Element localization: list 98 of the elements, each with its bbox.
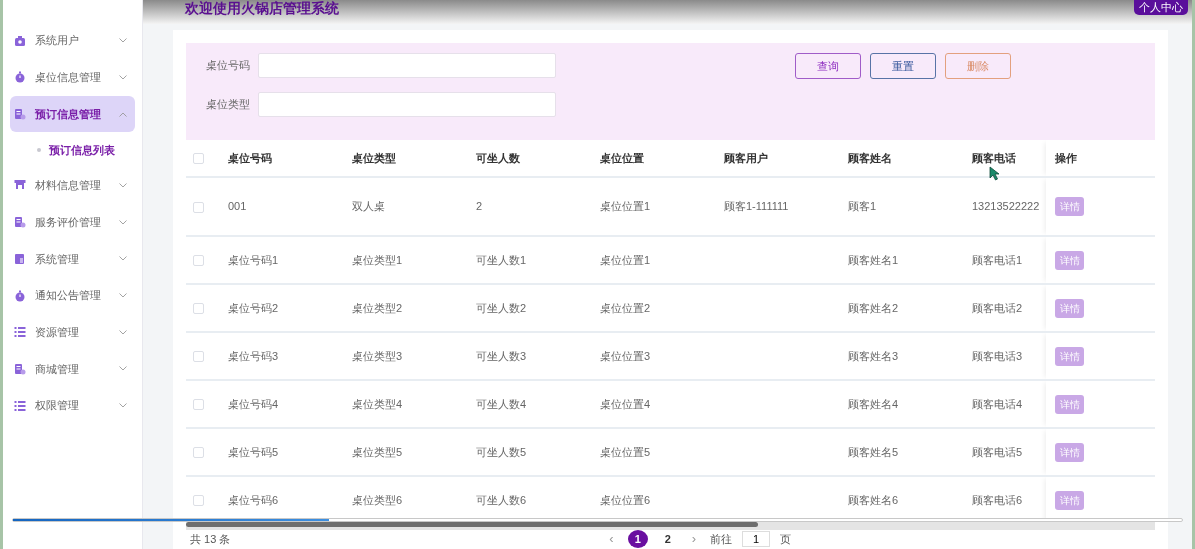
sidebar-item[interactable]: 服务评价管理 [10, 204, 135, 241]
horizontal-scrollbar[interactable] [186, 522, 1155, 530]
reset-button[interactable]: 重置 [870, 53, 936, 79]
table-cell: 001 [227, 177, 351, 236]
total-count: 共 13 条 [190, 531, 231, 547]
table-cell: 顾客1 [847, 177, 971, 236]
stopwatch-icon [14, 71, 26, 84]
page-button[interactable]: 1 [627, 530, 648, 548]
chevron-down-icon [119, 74, 127, 80]
table-cell: 顾客电话4 [971, 380, 1046, 428]
table-cell: 桌位位置1 [599, 177, 723, 236]
table-cell: 桌位类型5 [351, 428, 475, 476]
checkbox[interactable] [193, 495, 204, 507]
table-cell: 桌位号码5 [227, 428, 351, 476]
table-cell: 桌位号码2 [227, 284, 351, 332]
chevron-down-icon [119, 366, 127, 372]
table-cell: 可坐人数3 [475, 332, 599, 380]
table-cell: 2 [475, 177, 599, 236]
field-label: 桌位类型 [205, 97, 250, 113]
table-cell: 可坐人数4 [475, 380, 599, 428]
sidebar-item[interactable]: 资源管理 [10, 314, 135, 351]
table-cell: 桌位号码3 [227, 332, 351, 380]
table-cell: 可坐人数5 [475, 428, 599, 476]
table-cell: 桌位位置5 [599, 428, 723, 476]
sidebar-item[interactable]: 系统用户 [10, 22, 135, 59]
table-cell: 顾客电话1 [971, 236, 1046, 284]
table-cell: 桌位位置1 [599, 236, 723, 284]
column-header: 顾客姓名 [847, 140, 971, 177]
checkbox[interactable] [193, 303, 204, 315]
goto-label: 前往 [710, 531, 733, 547]
checkbox[interactable] [193, 255, 204, 267]
checkbox[interactable] [193, 399, 204, 411]
field-label: 桌位号码 [205, 58, 250, 74]
chevron-down-icon [119, 38, 127, 44]
checkbox[interactable] [193, 351, 204, 363]
sidebar-item[interactable]: 系统管理 [10, 240, 135, 277]
list-icon [14, 326, 26, 339]
table-cell: 顾客姓名3 [847, 332, 971, 380]
search-button[interactable]: 查询 [795, 53, 861, 79]
table-cell: 可坐人数1 [475, 236, 599, 284]
column-header: 桌位位置 [599, 140, 723, 177]
sidebar-item[interactable]: 桌位信息管理 [10, 59, 135, 96]
input-field[interactable] [258, 92, 556, 117]
bullet-icon [37, 147, 41, 152]
table-cell: 桌位位置3 [599, 332, 723, 380]
table-cell: 顾客电话2 [971, 284, 1046, 332]
page-button[interactable]: 2 [657, 530, 678, 548]
table-cell: 顾客电话5 [971, 428, 1046, 476]
mouse-cursor-icon [989, 166, 1000, 181]
sidebar-item[interactable]: 预订信息管理 [10, 96, 135, 133]
sidebar-item[interactable]: 商城管理 [10, 350, 135, 387]
chevron-down-icon [119, 293, 127, 298]
table-cell: 桌位类型2 [351, 284, 475, 332]
document-icon [14, 362, 26, 375]
table-cell: 顾客电话3 [971, 332, 1046, 380]
profile-button[interactable]: 个人中心 [1134, 0, 1188, 15]
goto-suffix: 页 [780, 531, 792, 547]
checkbox[interactable] [193, 447, 204, 459]
chevron-down-icon [119, 329, 127, 335]
sidebar-item[interactable]: 通知公告管理 [10, 277, 135, 314]
table-cell: 桌位类型1 [351, 236, 475, 284]
chevron-down-icon [119, 403, 127, 409]
list-icon [14, 399, 26, 412]
sidebar-item[interactable]: 权限管理 [10, 387, 135, 424]
table-cell: 顾客姓名5 [847, 428, 971, 476]
column-header: 桌位类型 [351, 140, 475, 177]
table-cell: 桌位类型4 [351, 380, 475, 428]
column-header: 桌位号码 [227, 140, 351, 177]
table-cell: 桌位号码4 [227, 380, 351, 428]
column-header: 操作 [1046, 140, 1155, 177]
sidebar-item[interactable]: 材料信息管理 [10, 167, 135, 204]
column-header: 可坐人数 [475, 140, 599, 177]
page-title: 欢迎使用火锅店管理系统 [185, 0, 339, 16]
checkbox[interactable] [193, 153, 204, 165]
stopwatch-icon [14, 289, 26, 302]
chevron-down-icon [119, 182, 127, 188]
sidebar-subitem[interactable]: 预订信息列表 [3, 132, 142, 167]
chevron-down-icon [119, 256, 127, 262]
table-cell: 顾客姓名2 [847, 284, 971, 332]
column-header: 顾客用户 [723, 140, 847, 177]
table-cell: 可坐人数2 [475, 284, 599, 332]
input-field[interactable] [258, 53, 556, 78]
shop-icon [14, 179, 26, 192]
table-cell: 顾客姓名4 [847, 380, 971, 428]
page-icon [14, 252, 26, 265]
table-cell: 顾客1-111111 [723, 177, 847, 236]
table-cell: 顾客姓名1 [847, 236, 971, 284]
document-icon [14, 216, 26, 229]
table-cell: 桌位类型3 [351, 332, 475, 380]
chevron-up-icon [119, 111, 127, 117]
table-cell: 双人桌 [351, 177, 475, 236]
table-cell: 桌位位置4 [599, 380, 723, 428]
table-cell: 桌位号码1 [227, 236, 351, 284]
document-icon [14, 108, 26, 121]
page-input[interactable]: 1 [742, 531, 771, 547]
table-cell: 桌位位置2 [599, 284, 723, 332]
chevron-down-icon [119, 219, 127, 225]
checkbox[interactable] [193, 201, 204, 213]
